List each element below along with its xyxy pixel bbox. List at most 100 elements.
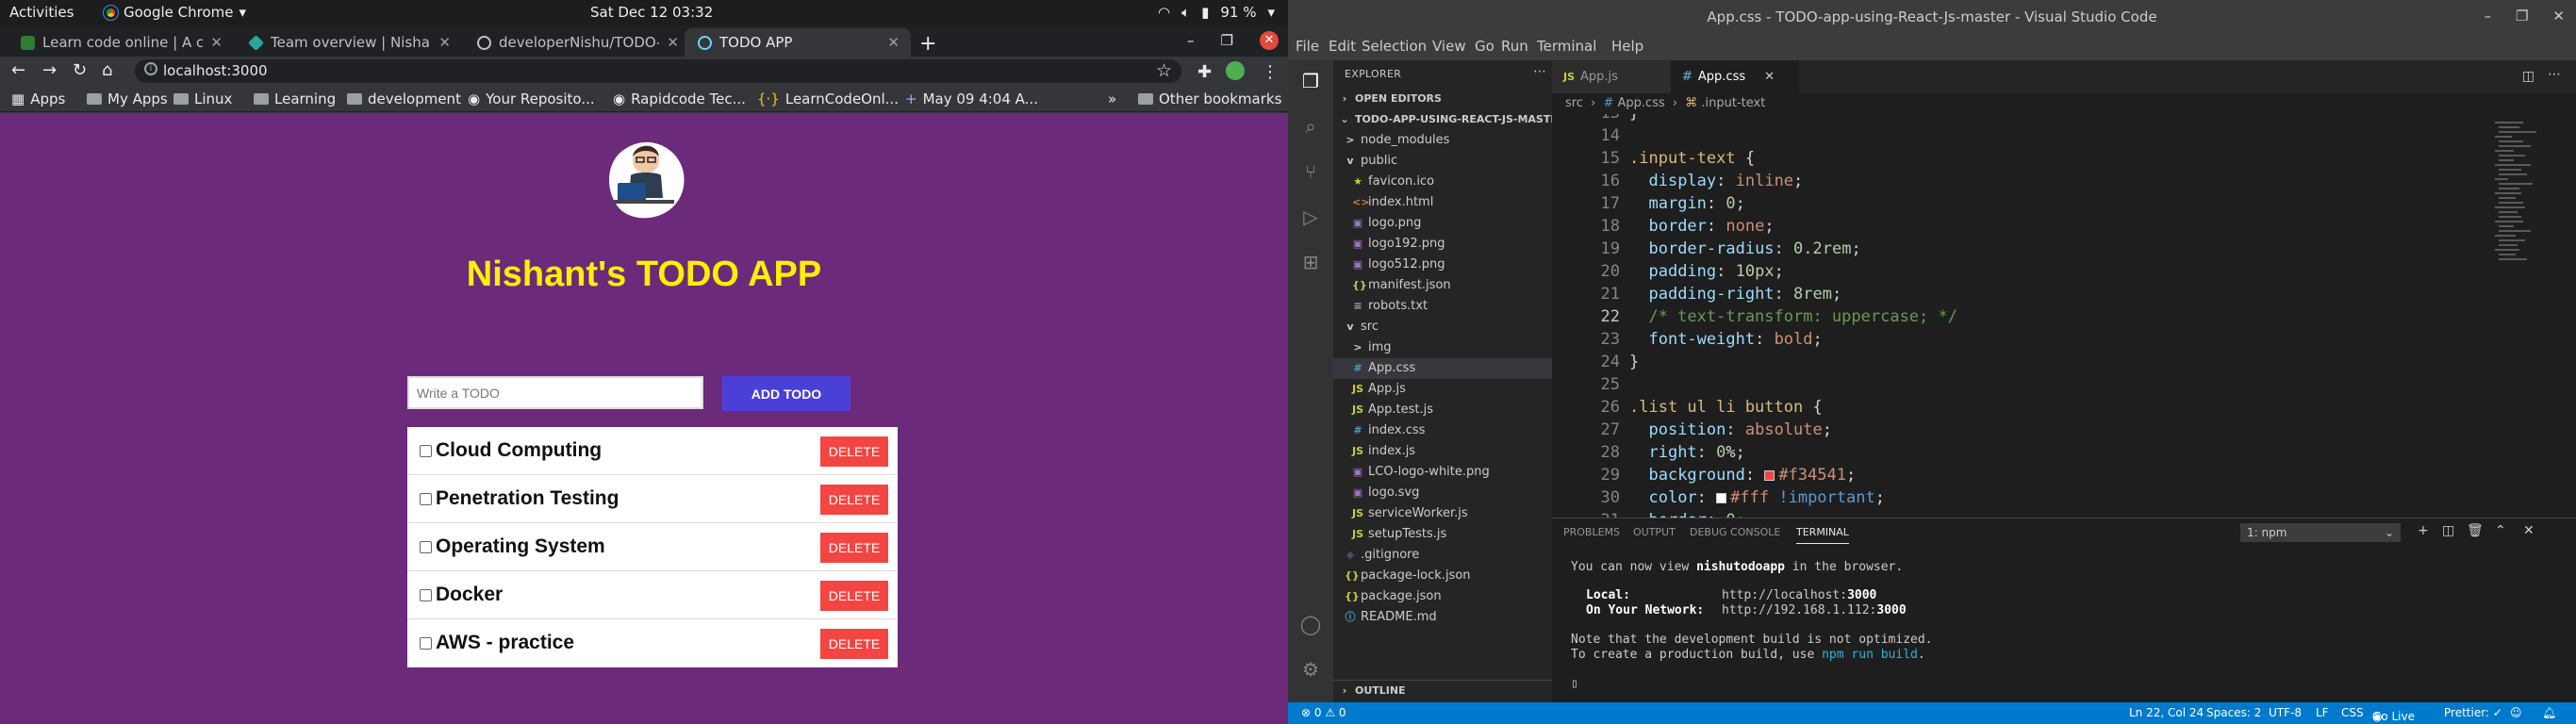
- todo-checkbox[interactable]: [420, 445, 432, 457]
- minimap[interactable]: [2495, 114, 2561, 518]
- chrome-menu-icon[interactable]: ⋮: [1262, 62, 1279, 82]
- cursor-position[interactable]: Ln 22, Col 24: [2129, 706, 2204, 719]
- menu-go[interactable]: Go: [1475, 38, 1494, 55]
- browser-tab-learncodeonline[interactable]: Learn code online | A com ✕: [8, 28, 234, 57]
- panel-tab-terminal[interactable]: TERMINAL: [1796, 526, 1849, 544]
- outline-section[interactable]: › OUTLINE: [1333, 680, 1552, 700]
- delete-button[interactable]: DELETE: [820, 436, 888, 467]
- file-item[interactable]: JS index.js: [1333, 441, 1552, 462]
- todo-checkbox[interactable]: [420, 589, 432, 601]
- bookmark-linux[interactable]: Linux: [173, 90, 232, 107]
- forward-button[interactable]: →: [42, 60, 57, 80]
- project-section[interactable]: ⌄ TODO-APP-USING-REACT-JS-MASTER: [1333, 109, 1565, 130]
- new-terminal-plus-icon[interactable]: +: [2418, 523, 2429, 538]
- extensions-puzzle-icon[interactable]: ✚: [1197, 62, 1212, 82]
- site-info-icon[interactable]: i: [144, 62, 157, 75]
- split-terminal-icon[interactable]: ◫: [2442, 523, 2454, 538]
- run-debug-icon[interactable]: ▷: [1299, 206, 1322, 228]
- address-bar[interactable]: i localhost:3000 ☆: [135, 59, 1181, 83]
- close-icon[interactable]: ✕: [210, 34, 223, 51]
- close-window-button[interactable]: ✕: [2552, 8, 2565, 25]
- file-item[interactable]: ★ favicon.ico: [1333, 172, 1552, 192]
- maximize-button[interactable]: ❐: [2516, 8, 2528, 25]
- new-tab-button[interactable]: +: [919, 32, 936, 56]
- file-item[interactable]: ▣ logo192.png: [1333, 234, 1552, 255]
- file-item[interactable]: ▣ logo.svg: [1333, 483, 1552, 503]
- bookmark-your-repositories[interactable]: ◉ Your Reposito...: [468, 90, 595, 107]
- menu-view[interactable]: View: [1432, 38, 1466, 55]
- code-editor[interactable]: 13}1415.input-text {16 display: inline;1…: [1552, 114, 2495, 518]
- menu-selection[interactable]: Selection: [1362, 38, 1427, 55]
- browser-tab-github[interactable]: developerNishu/TODO-ap ✕: [464, 28, 690, 57]
- encoding[interactable]: UTF-8: [2269, 706, 2302, 719]
- bookmark-star-icon[interactable]: ☆: [1156, 60, 1172, 81]
- bookmark-may-09[interactable]: + May 09 4:04 A...: [905, 90, 1038, 107]
- file-item[interactable]: JS serviceWorker.js: [1333, 503, 1552, 524]
- file-item[interactable]: {}package-lock.json: [1333, 566, 1552, 586]
- todo-checkbox[interactable]: [420, 541, 432, 553]
- panel-tab-debug-console[interactable]: DEBUG CONSOLE: [1690, 526, 1780, 538]
- file-item[interactable]: ▣ logo512.png: [1333, 255, 1552, 275]
- file-item[interactable]: JS App.js: [1333, 379, 1552, 400]
- problems-count[interactable]: ⊗ 0 ⚠ 0: [1301, 706, 1346, 719]
- file-item[interactable]: # App.css: [1333, 358, 1552, 379]
- folder-item[interactable]: v src: [1333, 317, 1552, 337]
- file-item[interactable]: ◆ .gitignore: [1333, 545, 1552, 566]
- minimize-button[interactable]: –: [2484, 8, 2491, 25]
- breadcrumb-item[interactable]: App.css: [1618, 96, 1665, 110]
- minimize-button[interactable]: –: [1187, 32, 1195, 49]
- back-button[interactable]: ←: [11, 60, 25, 80]
- delete-button[interactable]: DELETE: [820, 629, 888, 659]
- maximize-button[interactable]: ❐: [1221, 32, 1233, 49]
- close-icon[interactable]: ✕: [667, 34, 679, 51]
- file-item[interactable]: <>index.html: [1333, 192, 1552, 213]
- file-item[interactable]: ≡ robots.txt: [1333, 296, 1552, 317]
- source-control-icon[interactable]: ⑂: [1299, 160, 1322, 183]
- todo-input[interactable]: [407, 376, 703, 409]
- more-actions-icon[interactable]: ⋯: [2548, 67, 2561, 82]
- account-icon[interactable]: ☺: [2510, 706, 2522, 719]
- split-editor-icon[interactable]: ◫: [2522, 69, 2535, 84]
- file-item[interactable]: ▣ logo.png: [1333, 213, 1552, 234]
- close-icon[interactable]: ✕: [1764, 70, 1775, 84]
- add-todo-button[interactable]: ADD TODO: [722, 376, 850, 411]
- delete-button[interactable]: DELETE: [820, 533, 888, 563]
- file-item[interactable]: # index.css: [1333, 420, 1552, 441]
- indentation[interactable]: Spaces: 2: [2206, 706, 2261, 719]
- file-item[interactable]: JS setupTests.js: [1333, 524, 1552, 545]
- delete-button[interactable]: DELETE: [820, 581, 888, 611]
- menu-run[interactable]: Run: [1501, 38, 1528, 55]
- close-icon[interactable]: ✕: [2523, 523, 2535, 538]
- file-item[interactable]: JS App.test.js: [1333, 400, 1552, 420]
- home-button[interactable]: ⌂: [102, 60, 112, 80]
- reload-button[interactable]: ↻: [73, 60, 87, 80]
- breadcrumb-item[interactable]: src: [1565, 96, 1583, 110]
- close-icon[interactable]: ✕: [438, 34, 451, 51]
- file-item[interactable]: ⓘ README.md: [1333, 607, 1552, 628]
- menu-terminal[interactable]: Terminal: [1537, 38, 1596, 55]
- panel-tab-problems[interactable]: PROBLEMS: [1563, 526, 1620, 538]
- app-menu[interactable]: Google Chrome ▾: [103, 4, 246, 21]
- gear-icon[interactable]: ⚙: [1299, 658, 1322, 681]
- file-item[interactable]: {}manifest.json: [1333, 275, 1552, 296]
- close-window-button[interactable]: ✕: [1260, 31, 1279, 50]
- account-icon[interactable]: ◯: [1299, 613, 1322, 635]
- bookmark-learncodeonline[interactable]: {·} LearnCodeOnl...: [757, 90, 899, 107]
- end-of-line[interactable]: LF: [2316, 706, 2329, 719]
- folder-item[interactable]: > node_modules: [1333, 130, 1552, 151]
- todo-checkbox[interactable]: [420, 493, 432, 505]
- breadcrumb-item[interactable]: .input-text: [1701, 96, 1765, 110]
- activities-button[interactable]: Activities: [9, 4, 74, 21]
- maximize-panel-icon[interactable]: ⌃: [2495, 523, 2506, 538]
- todo-checkbox[interactable]: [420, 637, 432, 650]
- editor-tab-app-js[interactable]: JS App.js: [1552, 60, 1671, 93]
- editor-tab-app-css[interactable]: # App.css ✕: [1671, 60, 1799, 93]
- bookmark-apps[interactable]: ▦ Apps: [11, 90, 65, 107]
- menu-edit[interactable]: Edit: [1329, 38, 1356, 55]
- menu-help[interactable]: Help: [1611, 38, 1643, 55]
- notifications-bell-icon[interactable]: 🔔︎: [2542, 706, 2556, 719]
- clock[interactable]: Sat Dec 12 03:32: [590, 4, 713, 21]
- language-mode[interactable]: CSS: [2341, 706, 2364, 719]
- folder-item[interactable]: v public: [1333, 151, 1552, 172]
- explorer-files-icon[interactable]: ❐: [1299, 70, 1322, 92]
